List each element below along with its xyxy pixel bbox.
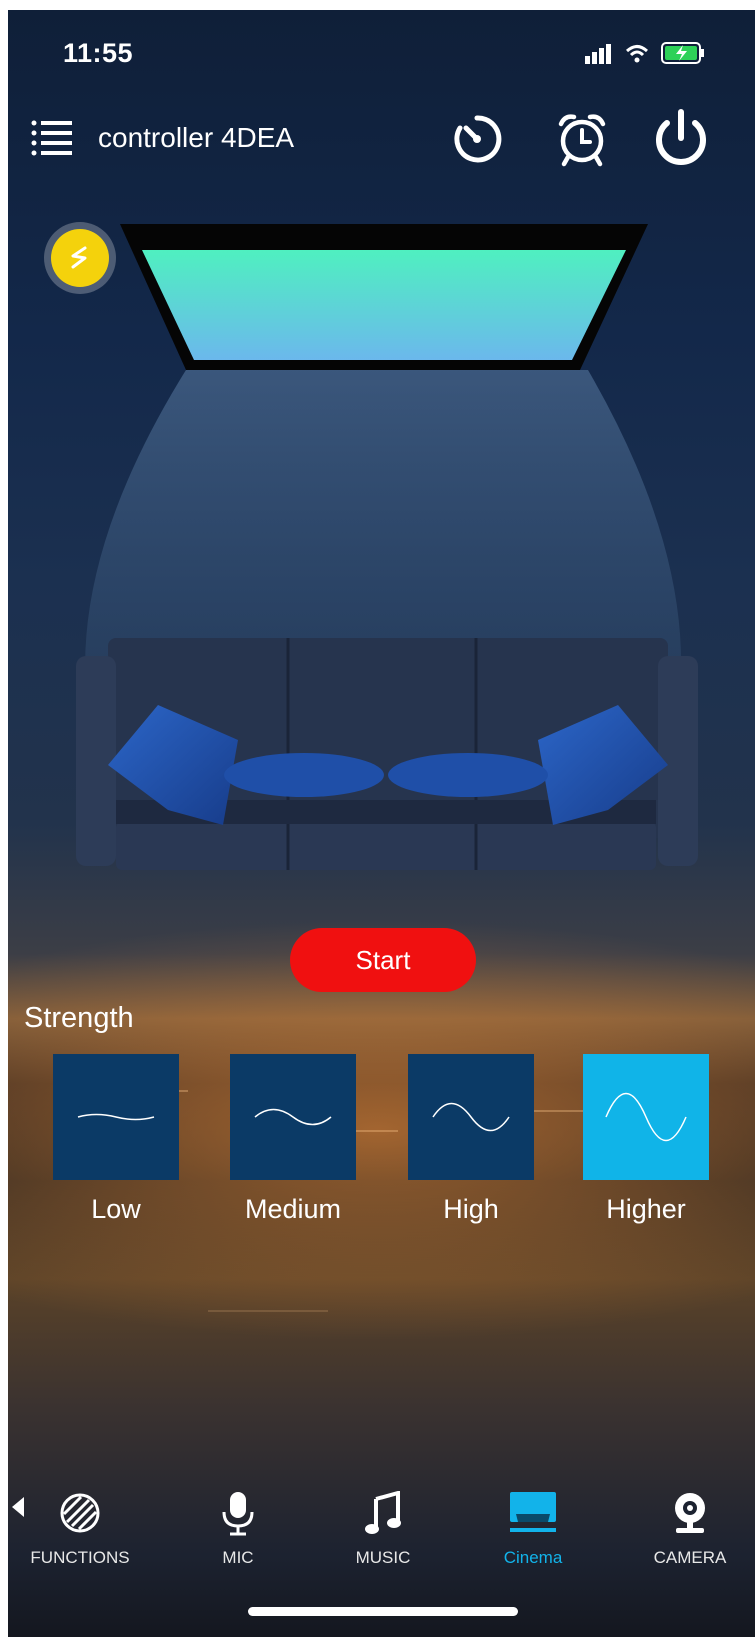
strength-medium-label: Medium: [244, 1194, 342, 1224]
strength-high-button[interactable]: [408, 1054, 534, 1180]
cinema-scene: [76, 224, 698, 870]
strength-label: Strength: [24, 1002, 134, 1034]
strength-medium-button[interactable]: [230, 1054, 356, 1180]
start-button[interactable]: Start: [290, 928, 476, 992]
battery-charging-icon: [661, 42, 705, 69]
nav-item-functions[interactable]: FUNCTIONS: [20, 1488, 140, 1588]
nav-item-mic[interactable]: MIC: [178, 1488, 298, 1588]
strength-higher-label: Higher: [606, 1194, 686, 1224]
bottom-nav: FUNCTIONS MIC MUSIC Cinema CAMERA: [8, 1488, 755, 1598]
music-note-icon: [358, 1488, 408, 1538]
nav-label-music: MUSIC: [355, 1548, 411, 1567]
nav-item-cinema[interactable]: Cinema: [473, 1488, 593, 1588]
sofa: [76, 638, 698, 870]
wave-low-icon: [77, 1113, 155, 1121]
nav-item-music[interactable]: MUSIC: [323, 1488, 443, 1588]
device-title: controller 4DEA: [98, 122, 295, 153]
wave-high-icon: [432, 1102, 510, 1132]
functions-icon: [55, 1488, 105, 1538]
strength-low-label: Low: [91, 1194, 141, 1224]
microphone-icon: [213, 1488, 263, 1538]
strength-low-button[interactable]: [53, 1054, 179, 1180]
status-icons: [585, 42, 705, 69]
home-indicator: [248, 1607, 518, 1616]
nav-label-functions: FUNCTIONS: [30, 1548, 130, 1567]
power-icon[interactable]: [648, 106, 714, 172]
projection-screen: [142, 250, 626, 360]
cellular-signal-icon: [585, 44, 613, 69]
camera-icon: [665, 1488, 715, 1538]
wifi-icon: [625, 44, 649, 69]
nav-label-cinema: Cinema: [503, 1548, 563, 1567]
app-screen: 11:55 controller 4DEA Start Strength Low…: [8, 10, 755, 1637]
menu-list-icon[interactable]: [30, 118, 74, 158]
nav-label-camera: CAMERA: [653, 1548, 727, 1567]
strength-high-label: High: [443, 1194, 499, 1224]
nav-label-mic: MIC: [222, 1548, 254, 1567]
cinema-icon: [508, 1488, 558, 1538]
timer-icon[interactable]: [448, 110, 506, 168]
strength-higher-button[interactable]: [583, 1054, 709, 1180]
nav-item-camera[interactable]: CAMERA: [630, 1488, 750, 1588]
status-time: 11:55: [63, 38, 134, 68]
wave-higher-icon: [605, 1092, 687, 1142]
wave-medium-icon: [254, 1108, 332, 1126]
alarm-clock-icon[interactable]: [553, 110, 611, 168]
